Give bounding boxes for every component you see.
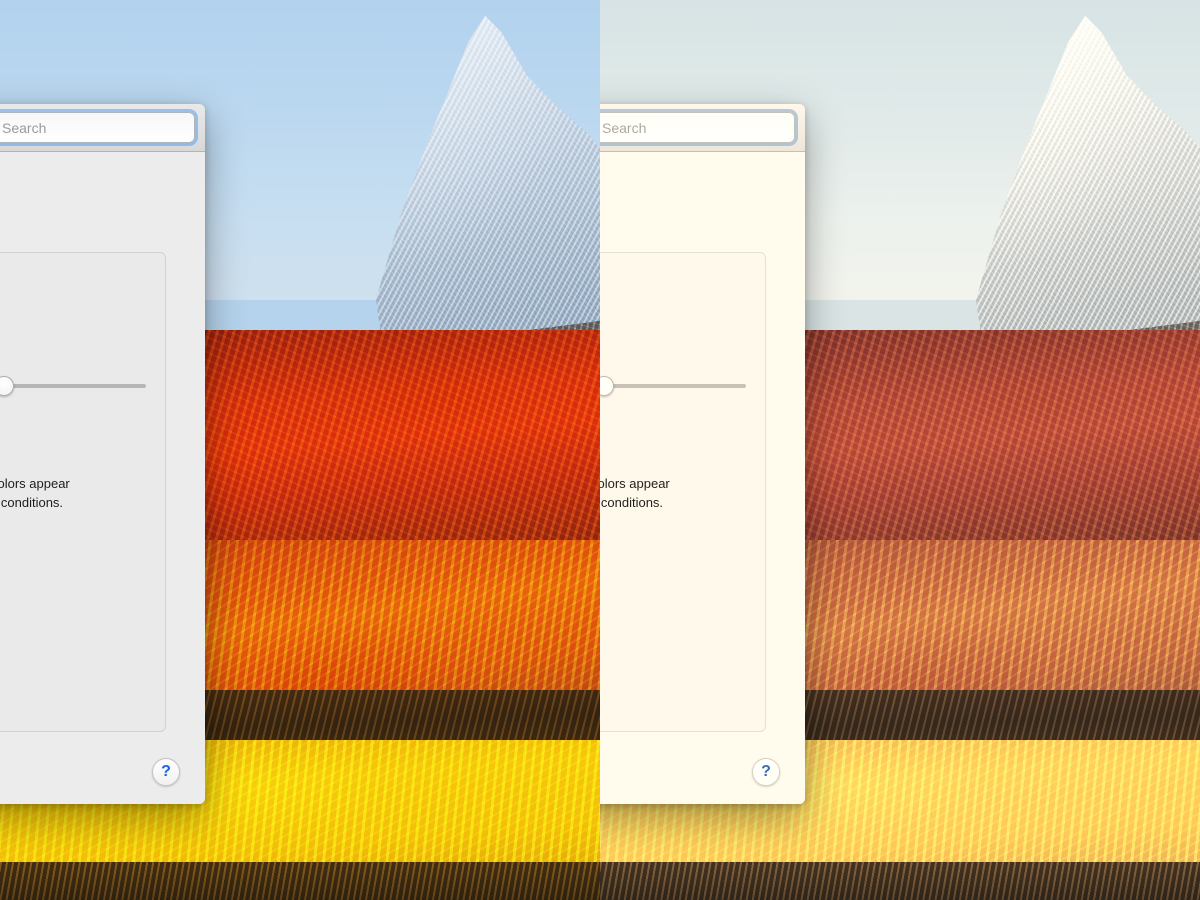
- wallpaper-foreground-brush: [600, 862, 1200, 900]
- wallpaper-foreground-brush: [0, 862, 600, 900]
- window-titlebar[interactable]: ina Display Search: [600, 104, 805, 152]
- brightness-row: ness:: [600, 376, 746, 396]
- search-placeholder: Search: [602, 119, 647, 136]
- comparison-half-right: ina Display Search r Night Shift ution:: [600, 0, 1200, 900]
- window-body: r Night Shift ution: Default for display…: [600, 152, 805, 804]
- search-field[interactable]: Search: [600, 112, 795, 143]
- displays-preferences-window-left[interactable]: ina Display Search r Night Shift ution:: [0, 104, 205, 804]
- slider-knob[interactable]: [0, 376, 14, 396]
- brightness-slider[interactable]: [0, 376, 146, 396]
- slider-knob[interactable]: [600, 376, 614, 396]
- help-button-label: ?: [761, 763, 771, 780]
- window-titlebar[interactable]: ina Display Search: [0, 104, 205, 152]
- help-button[interactable]: ?: [152, 758, 180, 786]
- slider-track-remaining: [1, 384, 146, 388]
- brightness-slider[interactable]: [600, 376, 746, 396]
- help-button-label: ?: [161, 763, 171, 780]
- comparison-half-left: ina Display Search r Night Shift ution:: [0, 0, 600, 900]
- slider-track-remaining: [601, 384, 746, 388]
- window-body: r Night Shift ution: Default for display…: [0, 152, 205, 804]
- help-button[interactable]: ?: [752, 758, 780, 786]
- search-placeholder: Search: [2, 119, 47, 136]
- search-field[interactable]: Search: [0, 112, 195, 143]
- brightness-row: ness:: [0, 376, 146, 396]
- true-tone-description: Automatically adapt display to make colo…: [0, 476, 70, 510]
- displays-preferences-window-right[interactable]: ina Display Search r Night Shift ution:: [600, 104, 805, 804]
- true-tone-description: Automatically adapt display to make colo…: [600, 476, 670, 510]
